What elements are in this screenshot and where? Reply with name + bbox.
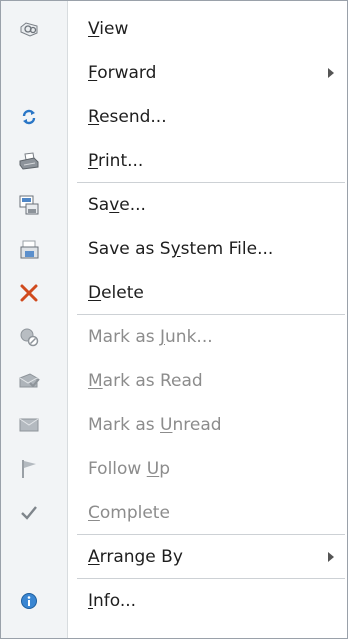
menu-item-arrange-by[interactable]: Arrange By bbox=[1, 535, 347, 579]
menu-items: View Forward Resend... Print... Save... … bbox=[1, 7, 347, 623]
menu-item-label: Delete bbox=[88, 283, 144, 303]
menu-item-mark-as-junk: Mark as Junk... bbox=[1, 315, 347, 359]
menu-item-info[interactable]: Info... bbox=[1, 579, 347, 623]
menu-item-save-as-system-file[interactable]: Save as System File... bbox=[1, 227, 347, 271]
mark-unread-icon bbox=[17, 413, 41, 437]
menu-item-label: Complete bbox=[88, 503, 170, 523]
context-menu: View Forward Resend... Print... Save... … bbox=[0, 0, 348, 639]
print-icon bbox=[17, 149, 41, 173]
menu-item-delete[interactable]: Delete bbox=[1, 271, 347, 315]
menu-item-label: Save as System File... bbox=[88, 239, 274, 259]
save-icon bbox=[17, 193, 41, 217]
menu-item-label: Print... bbox=[88, 151, 144, 171]
menu-item-view[interactable]: View bbox=[1, 7, 347, 51]
menu-item-label: Mark as Unread bbox=[88, 415, 222, 435]
menu-item-label: Mark as Read bbox=[88, 371, 203, 391]
menu-item-label: Info... bbox=[88, 591, 137, 611]
menu-item-label: View bbox=[88, 19, 129, 39]
submenu-arrow-icon bbox=[328, 68, 334, 78]
save-system-file-icon bbox=[17, 237, 41, 261]
mark-read-icon bbox=[17, 369, 41, 393]
menu-item-complete: Complete bbox=[1, 491, 347, 535]
menu-item-print[interactable]: Print... bbox=[1, 139, 347, 183]
follow-up-flag-icon bbox=[17, 457, 41, 481]
menu-item-label: Resend... bbox=[88, 107, 167, 127]
submenu-arrow-icon bbox=[328, 552, 334, 562]
view-icon bbox=[17, 17, 41, 41]
info-icon bbox=[17, 589, 41, 613]
menu-item-label: Mark as Junk... bbox=[88, 327, 213, 347]
menu-item-label: Arrange By bbox=[88, 547, 183, 567]
resend-icon bbox=[17, 105, 41, 129]
menu-item-mark-as-read: Mark as Read bbox=[1, 359, 347, 403]
checkmark-icon bbox=[17, 501, 41, 525]
junk-icon bbox=[17, 325, 41, 349]
menu-item-label: Follow Up bbox=[88, 459, 170, 479]
menu-item-forward[interactable]: Forward bbox=[1, 51, 347, 95]
menu-item-follow-up: Follow Up bbox=[1, 447, 347, 491]
menu-item-resend[interactable]: Resend... bbox=[1, 95, 347, 139]
menu-item-mark-as-unread: Mark as Unread bbox=[1, 403, 347, 447]
menu-item-save[interactable]: Save... bbox=[1, 183, 347, 227]
delete-icon bbox=[17, 281, 41, 305]
menu-item-label: Forward bbox=[88, 63, 157, 83]
menu-item-label: Save... bbox=[88, 195, 146, 215]
